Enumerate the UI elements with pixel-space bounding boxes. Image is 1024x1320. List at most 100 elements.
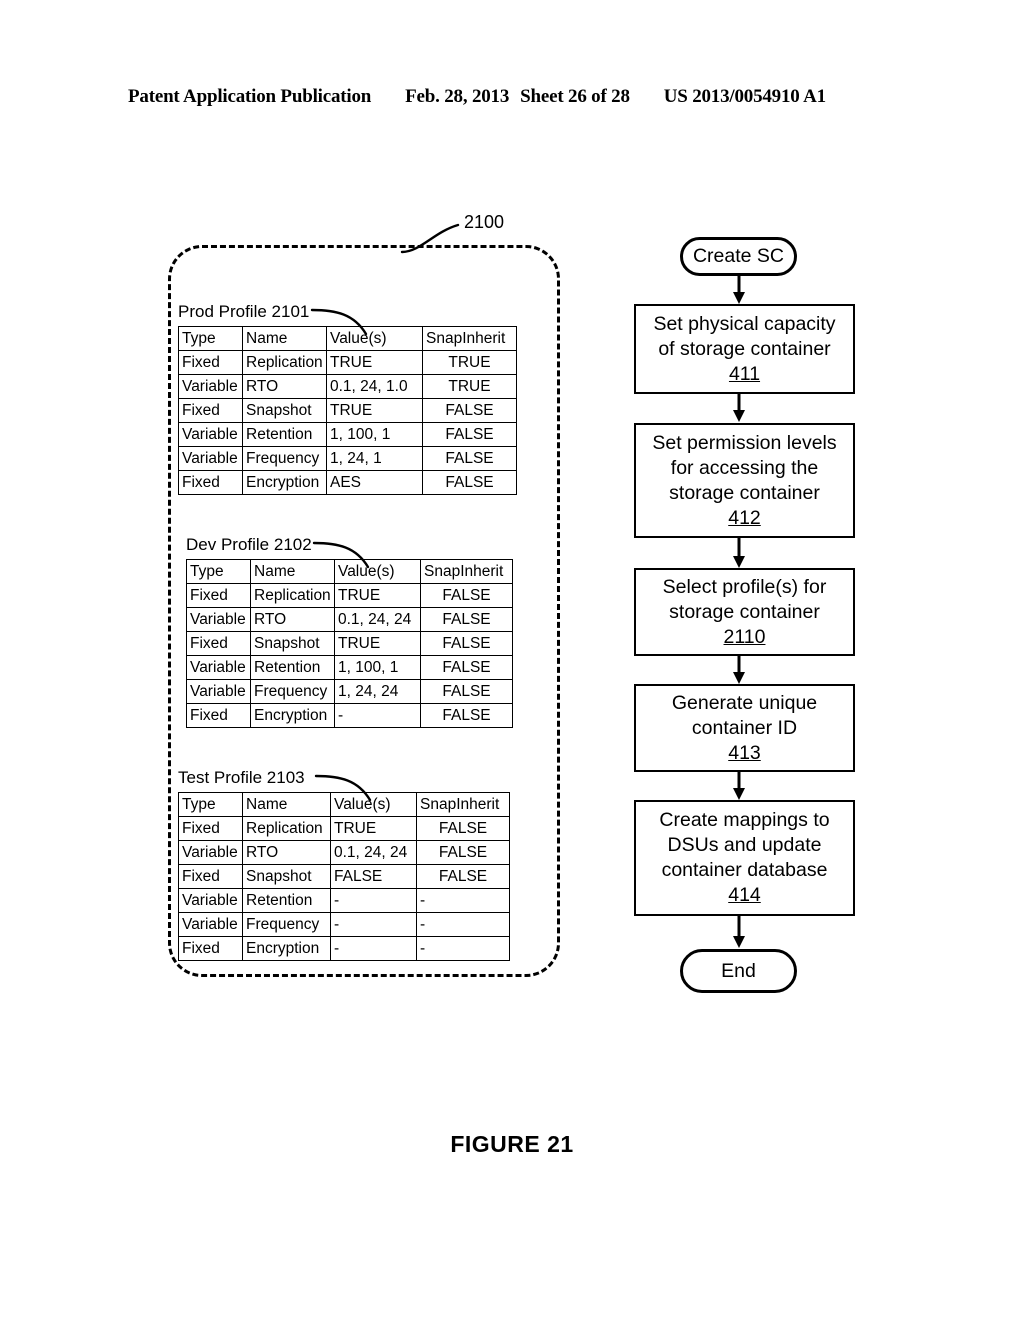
- cell-type: Fixed: [186, 631, 251, 656]
- cell-name: RTO: [250, 607, 335, 632]
- flow-node-412-line-3: storage container: [669, 481, 820, 504]
- table-row: Variable RTO 0.1, 24, 1.0 TRUE: [178, 374, 517, 399]
- cell-name: Replication: [242, 816, 331, 841]
- header-patent-number: US 2013/0054910 A1: [663, 86, 826, 107]
- table-row: Variable RTO 0.1, 24, 24 FALSE: [178, 840, 510, 865]
- cell-type: Variable: [186, 679, 251, 704]
- profile-label-test: Test Profile 2103: [178, 768, 305, 787]
- table-row: Variable RTO 0.1, 24, 24 FALSE: [186, 607, 513, 632]
- table-row: Variable Retention 1, 100, 1 FALSE: [186, 655, 513, 680]
- cell-name: Retention: [242, 422, 327, 447]
- cell-name: Replication: [242, 350, 327, 375]
- cell-name: Snapshot: [242, 398, 327, 423]
- cell-value: -: [330, 888, 417, 913]
- cell-type: Fixed: [178, 936, 243, 961]
- flow-node-414[interactable]: Create mappings to DSUs and update conta…: [634, 800, 855, 916]
- cell-snapinherit: FALSE: [422, 398, 517, 423]
- flow-node-end-label: End: [721, 959, 756, 982]
- cell-snapinherit: TRUE: [422, 374, 517, 399]
- col-header-name: Name: [250, 559, 335, 584]
- cell-type: Variable: [186, 607, 251, 632]
- flow-node-412-line-1: Set permission levels: [652, 431, 837, 454]
- header-date: Feb. 28, 2013: [405, 86, 510, 107]
- flow-node-2110-line-1: Select profile(s) for: [662, 575, 827, 598]
- flow-node-414-line-1: Create mappings to: [659, 809, 830, 831]
- cell-snapinherit: FALSE: [420, 679, 513, 704]
- profile-block-prod: Prod Profile 2101 Type Name Value(s) Sna…: [178, 302, 517, 495]
- cell-value: TRUE: [326, 398, 423, 423]
- cell-type: Fixed: [178, 470, 243, 495]
- cell-snapinherit: FALSE: [422, 470, 517, 495]
- flow-node-start-label: Create SC: [692, 245, 785, 267]
- cell-snapinherit: FALSE: [420, 583, 513, 608]
- col-header-value: Value(s): [326, 326, 423, 351]
- flow-node-414-line-2: DSUs and update: [667, 834, 822, 856]
- cell-type: Fixed: [178, 816, 243, 841]
- flow-node-412[interactable]: Set permission levels for accessing the …: [634, 423, 855, 538]
- table-row: Variable Retention 1, 100, 1 FALSE: [178, 422, 517, 447]
- flow-node-412-ref: 412: [728, 506, 761, 529]
- header-sheet: Sheet 26 of 28: [520, 86, 630, 107]
- cell-value: AES: [326, 470, 423, 495]
- cell-name: Frequency: [242, 446, 327, 471]
- flow-node-2110-ref: 2110: [723, 625, 766, 648]
- cell-value: -: [334, 703, 421, 728]
- col-header-snapinherit: SnapInherit: [420, 559, 513, 584]
- cell-name: Replication: [250, 583, 335, 608]
- table-row: Variable Retention - -: [178, 888, 510, 913]
- cell-value: 0.1, 24, 24: [330, 840, 417, 865]
- profile-block-test: Test Profile 2103 Type Name Value(s) Sna…: [178, 768, 510, 961]
- flow-arrow-2110-to-413-icon: [733, 656, 745, 684]
- cell-name: Snapshot: [242, 864, 331, 889]
- cell-value: TRUE: [334, 631, 421, 656]
- profile-label-dev: Dev Profile 2102: [186, 535, 312, 554]
- flow-node-413[interactable]: Generate unique container ID 413: [634, 684, 855, 772]
- cell-value: FALSE: [330, 864, 417, 889]
- cell-type: Fixed: [186, 703, 251, 728]
- cell-value: 1, 100, 1: [326, 422, 423, 447]
- cell-value: 1, 24, 24: [334, 679, 421, 704]
- cell-snapinherit: -: [416, 912, 510, 937]
- col-header-type: Type: [178, 326, 243, 351]
- flow-node-start[interactable]: Create SC: [680, 237, 797, 276]
- flow-arrow-411-to-412-icon: [733, 394, 745, 422]
- col-header-type: Type: [186, 559, 251, 584]
- flowchart: Create SC Set physical capacity of stora…: [620, 230, 860, 1000]
- cell-snapinherit: FALSE: [416, 840, 510, 865]
- table-row: Fixed Encryption - -: [178, 936, 510, 961]
- col-header-value: Value(s): [330, 792, 417, 817]
- table-row: Fixed Replication TRUE FALSE: [186, 583, 513, 608]
- col-header-snapinherit: SnapInherit: [422, 326, 517, 351]
- flow-node-2110[interactable]: Select profile(s) for storage container …: [634, 568, 855, 656]
- cell-snapinherit: FALSE: [416, 816, 510, 841]
- cell-value: -: [330, 936, 417, 961]
- cell-name: RTO: [242, 374, 327, 399]
- profile-label-prod: Prod Profile 2101: [178, 302, 310, 321]
- flow-node-end[interactable]: End: [680, 949, 797, 993]
- col-header-name: Name: [242, 326, 327, 351]
- cell-type: Variable: [178, 840, 243, 865]
- flow-node-411-line-1: Set physical capacity: [653, 312, 836, 335]
- cell-value: 0.1, 24, 1.0: [326, 374, 423, 399]
- table-row: Variable Frequency 1, 24, 1 FALSE: [178, 446, 517, 471]
- profile-table-test: Type Name Value(s) SnapInherit Fixed Repl…: [178, 792, 510, 961]
- flow-node-411[interactable]: Set physical capacity of storage contain…: [634, 304, 855, 394]
- cell-name: Frequency: [242, 912, 331, 937]
- table-header-row: Type Name Value(s) SnapInherit: [178, 792, 510, 817]
- cell-name: Snapshot: [250, 631, 335, 656]
- flow-node-414-ref: 414: [728, 884, 761, 906]
- cell-snapinherit: FALSE: [420, 703, 513, 728]
- flow-node-412-line-2: for accessing the: [670, 456, 819, 479]
- flow-node-414-line-3: container database: [661, 859, 828, 881]
- cell-snapinherit: TRUE: [422, 350, 517, 375]
- cell-type: Fixed: [178, 864, 243, 889]
- cell-name: Frequency: [250, 679, 335, 704]
- cell-snapinherit: FALSE: [420, 631, 513, 656]
- cell-type: Variable: [186, 655, 251, 680]
- col-header-type: Type: [178, 792, 243, 817]
- patent-header: Patent Application Publication Feb. 28, …: [128, 86, 884, 112]
- flow-arrow-413-to-414-icon: [733, 772, 745, 800]
- cell-type: Variable: [178, 422, 243, 447]
- cell-name: Retention: [250, 655, 335, 680]
- col-header-snapinherit: SnapInherit: [416, 792, 510, 817]
